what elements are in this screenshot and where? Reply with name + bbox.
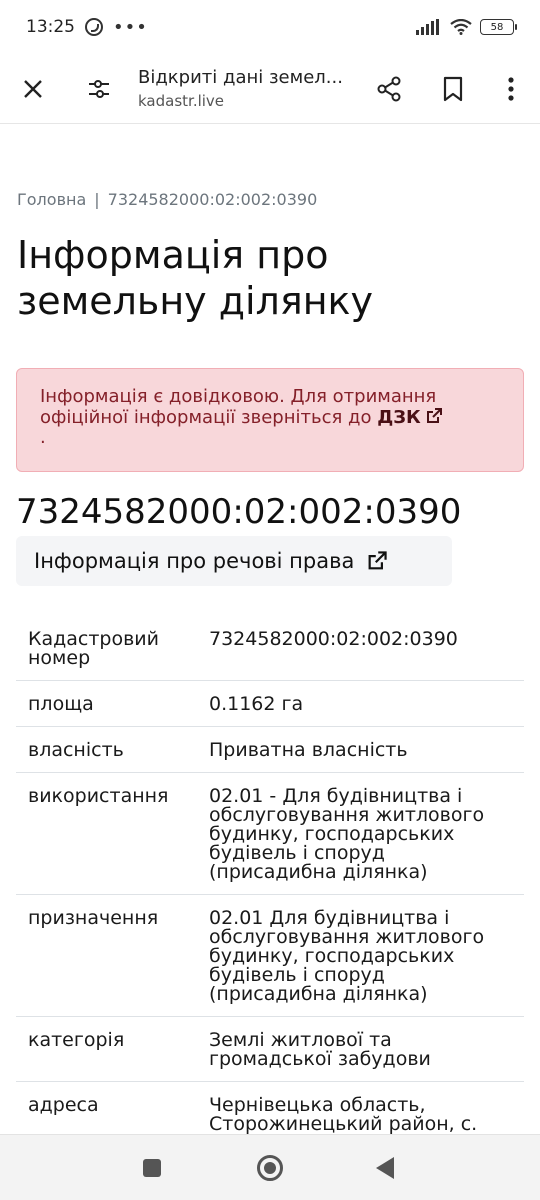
site-settings-button[interactable] (82, 72, 116, 106)
share-icon (377, 76, 401, 101)
battery-icon: 58 (480, 19, 517, 35)
more-dots-icon: ••• (113, 16, 148, 38)
parcel-info-table: Кадастровий номер 7324582000:02:002:0390… (16, 616, 524, 1134)
row-key: власність (16, 726, 197, 773)
wifi-icon (450, 19, 472, 35)
external-link-icon (426, 408, 442, 423)
breadcrumb-separator: | (94, 190, 100, 209)
home-button[interactable] (257, 1155, 283, 1181)
bookmark-icon (443, 76, 463, 101)
table-row: Кадастровий номер 7324582000:02:002:0390 (16, 616, 524, 681)
row-value: 7324582000:02:002:0390 (197, 616, 524, 681)
row-value: Приватна власність (197, 726, 524, 773)
row-key: Кадастровий номер (16, 616, 197, 681)
tune-icon (89, 79, 109, 98)
table-row: призначення 02.01 Для будівництва і обсл… (16, 894, 524, 1017)
bookmark-button[interactable] (436, 72, 470, 106)
browser-toolbar: Відкриті дані земел... kadastr.live (0, 54, 540, 124)
external-link-icon (368, 551, 388, 570)
share-button[interactable] (372, 72, 406, 106)
browser-domain: kadastr.live (138, 92, 225, 110)
menu-button[interactable] (494, 72, 528, 106)
table-row: власність Приватна власність (16, 726, 524, 773)
status-right: 58 (416, 19, 517, 35)
browser-page-title: Відкриті дані земел... (138, 67, 343, 88)
row-value: Чернівецька область, Сторожинецький райо… (197, 1081, 524, 1134)
row-value: 02.01 - Для будівництва і обслуговування… (197, 772, 524, 895)
status-time: 13:25 (26, 17, 75, 37)
row-key: площа (16, 680, 197, 727)
row-key: категорія (16, 1016, 197, 1082)
breadcrumb: Головна | 7324582000:02:002:0390 (17, 190, 317, 209)
row-key: використання (16, 772, 197, 895)
dzk-link-label: ДЗК (377, 407, 421, 428)
page-content: Головна | 7324582000:02:002:0390 Інформаці… (0, 124, 540, 1134)
row-value: 0.1162 га (197, 680, 524, 727)
table-row: категорія Землі житлової та громадської … (16, 1016, 524, 1082)
row-value: 02.01 Для будівництва і обслуговування ж… (197, 894, 524, 1017)
row-value: Землі житлової та громадської забудови (197, 1016, 524, 1082)
breadcrumb-home-link[interactable]: Головна (17, 190, 86, 209)
cadastral-number-heading: 7324582000:02:002:0390 (16, 492, 462, 532)
table-row: площа 0.1162 га (16, 680, 524, 727)
status-left: 13:25 ••• (26, 17, 148, 38)
table-row: адреса Чернівецька область, Сторожинецьк… (16, 1081, 524, 1134)
breadcrumb-current: 7324582000:02:002:0390 (107, 190, 318, 209)
row-key: адреса (16, 1081, 197, 1134)
more-vert-icon (508, 76, 514, 101)
alert-end: . (40, 427, 46, 448)
viber-icon (85, 18, 103, 36)
recents-button[interactable] (143, 1159, 161, 1177)
table-row: використання 02.01 - Для будівництва і о… (16, 772, 524, 895)
property-rights-label: Інформація про речові права (34, 549, 355, 573)
page-title: Інформація про земельну ділянку (17, 233, 373, 323)
close-tab-button[interactable] (16, 72, 50, 106)
url-block[interactable]: Відкриті дані земел... kadastr.live (138, 67, 360, 110)
property-rights-button[interactable]: Інформація про речові права (16, 536, 452, 586)
status-bar: 13:25 ••• 58 (0, 0, 540, 54)
back-button[interactable] (376, 1157, 394, 1179)
row-key: призначення (16, 894, 197, 1017)
signal-icon (416, 19, 439, 35)
info-alert: Інформація є довідковою. Для отримання о… (16, 368, 524, 472)
close-icon (24, 79, 42, 98)
dzk-link[interactable]: ДЗК (377, 407, 443, 428)
system-nav-bar (0, 1134, 540, 1200)
